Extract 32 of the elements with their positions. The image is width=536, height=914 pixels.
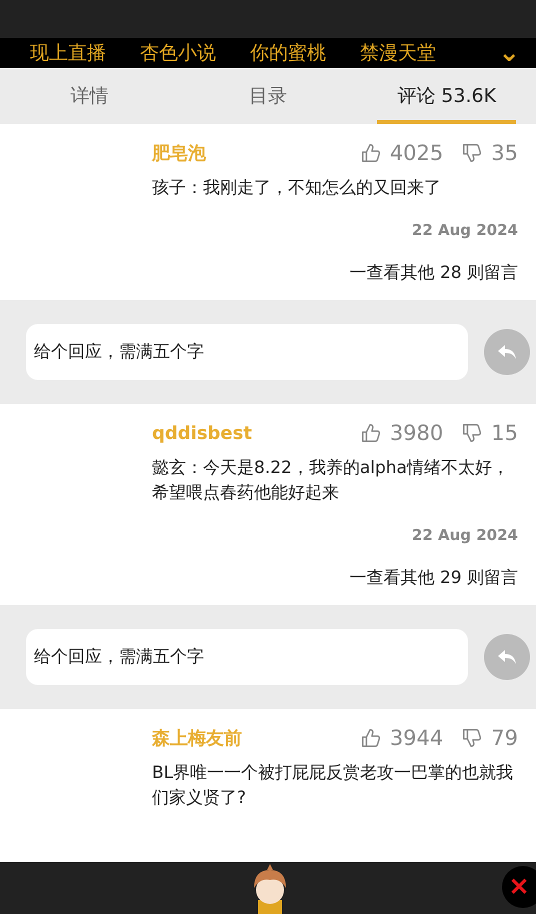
nav-link[interactable]: 现上直播 [30,40,106,66]
comment-text: BL界唯一一个被打屁屁反赏老攻一巴掌的也就我们家义贤了? [152,762,514,810]
reply-field[interactable]: 给个回应，需满五个字 [26,629,468,685]
tab[interactable]: 详情 [20,68,159,124]
tab[interactable]: 目录 [198,68,338,124]
dislike-count: 15 [491,421,518,445]
like-count: 4025 [390,141,444,165]
thumbs-down-icon[interactable] [461,422,484,444]
comment-date: 22 Aug 2024 [412,526,518,544]
comment-text: 懿玄：今天是8.22，我养的alpha情绪不太好，希望喂点春药他能好起来 [152,457,510,505]
thumbs-down-icon[interactable] [461,142,484,164]
dislike-count: 79 [491,726,518,750]
reply-field[interactable]: 给个回应，需满五个字 [26,324,468,380]
comment-date: 22 Aug 2024 [412,221,518,239]
thumbs-down-icon[interactable] [461,727,484,749]
like-count: 3944 [390,726,444,750]
nav-link[interactable]: 杏色小说 [140,40,216,66]
thumbs-up-icon[interactable] [360,727,382,749]
thumbs-up-icon[interactable] [360,422,382,444]
nav-link[interactable]: 禁漫天堂 [360,40,436,66]
view-replies-link[interactable]: 一查看其他 29 则留言 [350,566,518,589]
dislike-count: 35 [491,141,518,165]
view-replies-link[interactable]: 一查看其他 28 则留言 [350,261,518,284]
comment-text: 孩子：我刚走了，不知怎么的又回来了 [152,177,442,200]
close-button[interactable]: ✕ [502,866,536,908]
nav-link[interactable]: 你的蜜桃 [250,40,326,66]
expand-icon[interactable]: ⌄ [498,43,520,63]
tab[interactable]: 评论 53.6K [377,68,516,124]
reply-button[interactable] [484,329,530,375]
reply-button[interactable] [484,634,530,680]
like-count: 3980 [390,421,444,445]
thumbs-up-icon[interactable] [360,142,382,164]
